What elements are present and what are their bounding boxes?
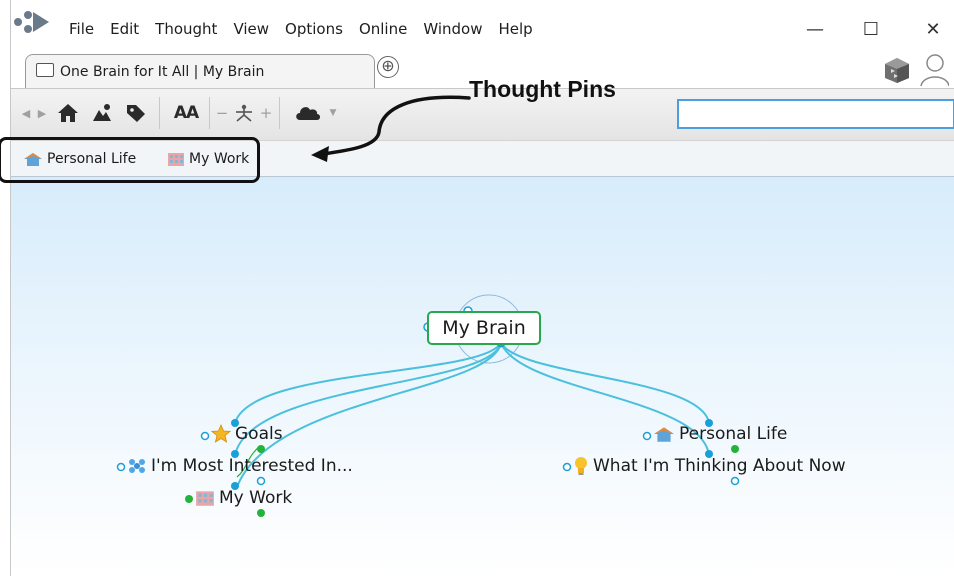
- tag-icon[interactable]: [123, 101, 149, 125]
- goals-jump-gate[interactable]: [200, 431, 210, 441]
- thought-personal-life[interactable]: Personal Life: [653, 424, 787, 444]
- home-icon[interactable]: [55, 101, 81, 125]
- menu-window[interactable]: Window: [423, 20, 482, 38]
- house-icon: [654, 427, 674, 442]
- menu-thought[interactable]: Thought: [155, 20, 217, 38]
- maximize-button[interactable]: ☐: [851, 14, 891, 44]
- tab-label: One Brain for It All | My Brain: [60, 64, 265, 80]
- main-menu: File Edit Thought View Options Online Wi…: [69, 20, 549, 38]
- thought-label: Goals: [235, 424, 283, 444]
- pins-highlight-box: [0, 137, 260, 183]
- thought-label: What I'm Thinking About Now: [593, 456, 846, 476]
- new-tab-button[interactable]: ⊕: [377, 56, 399, 78]
- central-thought-label: My Brain: [442, 317, 526, 339]
- menu-edit[interactable]: Edit: [110, 20, 139, 38]
- zoom-in-button[interactable]: +: [259, 101, 273, 125]
- search-input[interactable]: [679, 101, 953, 127]
- thought-label: My Work: [219, 488, 293, 508]
- app-window: File Edit Thought View Options Online Wi…: [10, 0, 954, 576]
- tab-brain[interactable]: One Brain for It All | My Brain: [25, 54, 375, 88]
- layout-icon[interactable]: [231, 101, 257, 125]
- font-size-button[interactable]: AA: [169, 101, 203, 125]
- toolbar-separator: [209, 97, 210, 129]
- goals-sibling-gate[interactable]: [257, 445, 265, 453]
- thought-my-work[interactable]: My Work: [195, 488, 292, 508]
- plex-canvas[interactable]: My Brain Goals I'm Most Interested In...: [11, 177, 954, 576]
- activate-thought-icon[interactable]: [89, 101, 115, 125]
- thought-pins-annotation: Thought Pins: [469, 76, 616, 102]
- personal-life-jump-gate[interactable]: [642, 431, 652, 441]
- minimize-button[interactable]: —: [795, 14, 835, 44]
- office-building-icon: [196, 491, 214, 506]
- thinking-jump-gate[interactable]: [562, 462, 572, 472]
- my-work-jump-gate[interactable]: [185, 495, 193, 503]
- link-goals: [234, 342, 502, 424]
- thought-label: Personal Life: [679, 424, 788, 444]
- computer-icon: [36, 63, 54, 77]
- menu-bar: File Edit Thought View Options Online Wi…: [11, 0, 954, 52]
- interested-jump-gate[interactable]: [116, 462, 126, 472]
- menu-file[interactable]: File: [69, 20, 94, 38]
- menu-online[interactable]: Online: [359, 20, 407, 38]
- search-box[interactable]: [677, 99, 954, 129]
- thought-label: I'm Most Interested In...: [151, 456, 353, 476]
- plex-links: [116, 294, 740, 517]
- thought-interested[interactable]: I'm Most Interested In...: [127, 456, 353, 476]
- interested-sibling-gate[interactable]: [256, 476, 266, 486]
- link-personal-life: [500, 342, 710, 424]
- back-icon[interactable]: ◀: [19, 101, 33, 125]
- atom-icon: [129, 459, 145, 473]
- user-account-icon[interactable]: [917, 52, 949, 88]
- star-icon: [211, 424, 231, 443]
- thought-thinking-about-now[interactable]: What I'm Thinking About Now: [573, 456, 846, 476]
- toolbar-separator: [279, 97, 280, 129]
- my-work-child-gate[interactable]: [257, 509, 265, 517]
- close-button[interactable]: ✕: [913, 14, 953, 44]
- cube-icon[interactable]: [883, 56, 911, 84]
- central-thought[interactable]: My Brain: [427, 311, 541, 345]
- menu-help[interactable]: Help: [498, 20, 532, 38]
- zoom-out-button[interactable]: −: [215, 101, 229, 125]
- thinking-child-gate[interactable]: [730, 476, 740, 486]
- thebrain-logo-icon[interactable]: [13, 10, 53, 34]
- forward-icon[interactable]: ▶: [35, 101, 49, 125]
- toolbar-separator: [159, 97, 160, 129]
- thought-goals[interactable]: Goals: [211, 424, 283, 444]
- menu-view[interactable]: View: [233, 20, 269, 38]
- menu-options[interactable]: Options: [285, 20, 343, 38]
- personal-life-sibling-gate[interactable]: [731, 445, 739, 453]
- lightbulb-icon: [575, 457, 587, 475]
- annotation-arrow: [311, 95, 471, 162]
